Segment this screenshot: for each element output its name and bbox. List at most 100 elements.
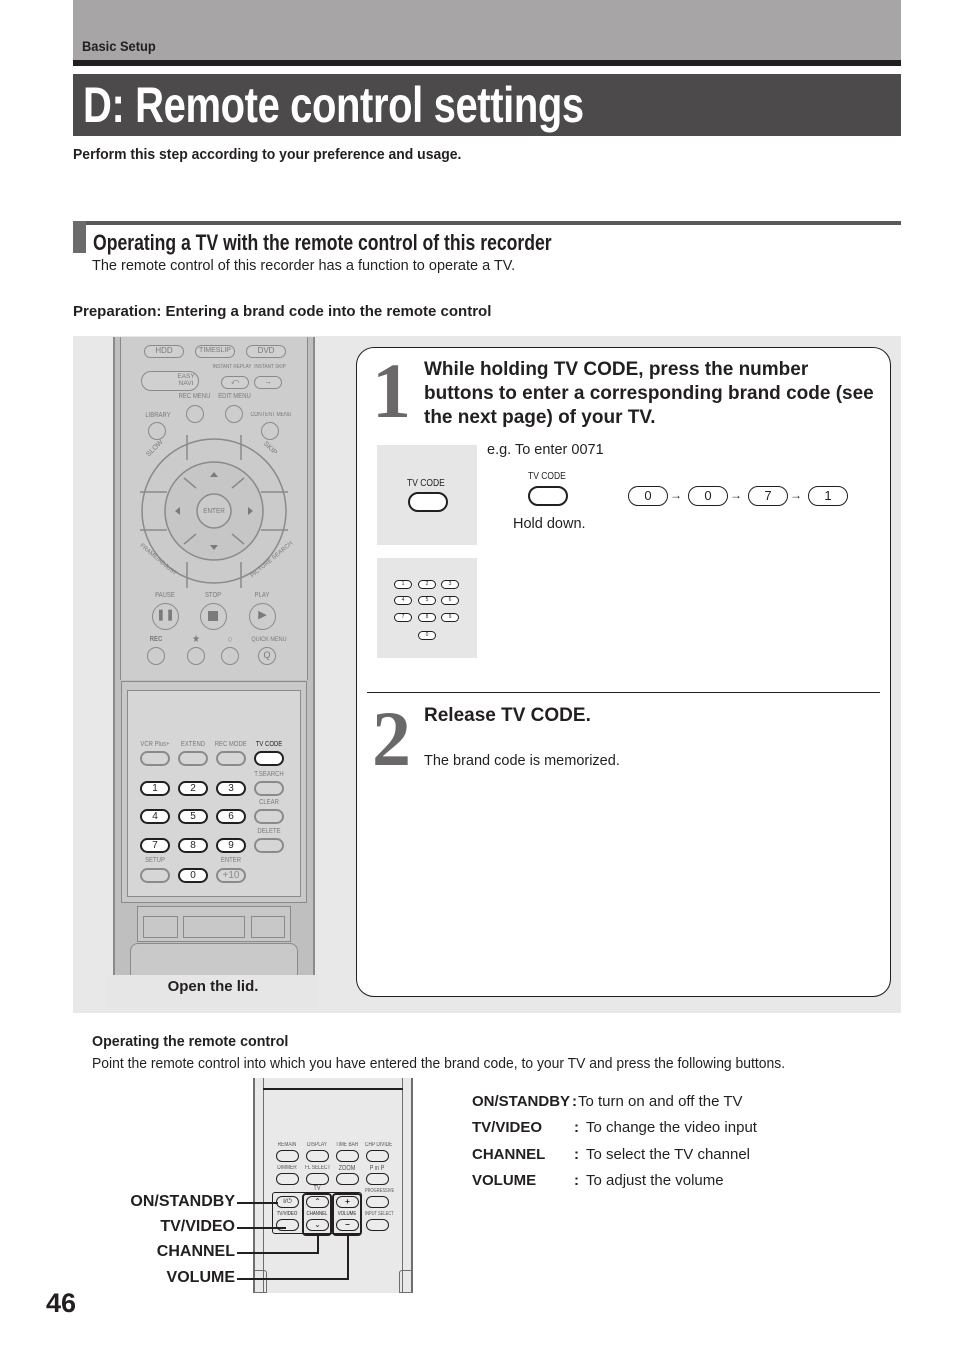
arrow-icon: → <box>670 488 682 502</box>
example-tv-code-button <box>528 486 568 506</box>
rec-mode-label: REC MODE <box>214 741 247 748</box>
enter-button: ENTER <box>203 506 225 515</box>
chp-divide-button <box>366 1150 389 1162</box>
mini-key-7: 7 <box>394 613 412 622</box>
instant-skip-label: INSTANT SKIP <box>254 364 286 370</box>
digit-2-button: 2 <box>178 781 208 796</box>
vcr-plus-button <box>140 751 170 766</box>
remain-label: REMAIN <box>277 1142 297 1148</box>
section-rule <box>73 221 901 225</box>
hold-down-text: Hold down. <box>513 516 586 532</box>
function-key: TV/VIDEO <box>472 1119 543 1137</box>
volume-label: VOLUME <box>337 1211 357 1217</box>
stop-label: STOP <box>204 592 222 599</box>
step-separator <box>367 692 880 693</box>
dvd-button: DVD <box>246 345 286 358</box>
extend-label: EXTEND <box>180 741 206 748</box>
mini-key-4: 4 <box>394 596 412 605</box>
vcr-plus-label: VCR Plus+ <box>140 741 170 748</box>
callout-line-channel <box>237 1252 319 1254</box>
pause-button: ❚❚ <box>152 603 179 630</box>
timeslip-button: TIMESLIP <box>195 345 235 358</box>
time-bar-button <box>336 1150 359 1162</box>
sequence-key-1: 0 <box>628 486 668 506</box>
circle-icon: ○ <box>227 634 233 644</box>
tv-video-label: TV/VIDEO <box>276 1211 298 1217</box>
t-search-label: T.SEARCH <box>254 771 284 778</box>
digit-8-button: 8 <box>178 838 208 853</box>
function-key: VOLUME <box>472 1172 537 1190</box>
setup-label: SETUP <box>145 857 165 864</box>
p-in-p-label: P in P <box>369 1165 385 1172</box>
easy-navi-label: EASY NAVI <box>177 373 195 387</box>
quick-menu-label: QUICK MENU <box>251 636 287 643</box>
function-desc: To change the video input <box>586 1119 757 1137</box>
plus-10-button: +10 <box>216 868 246 883</box>
extend-button <box>178 751 208 766</box>
hinge-slot-center <box>183 916 245 938</box>
progressive-button <box>366 1196 389 1208</box>
function-desc: To adjust the volume <box>586 1172 724 1190</box>
mini-key-5: 5 <box>418 596 436 605</box>
digit-9-button: 9 <box>216 838 246 853</box>
input-select-label: INPUT SELECT <box>365 1211 394 1217</box>
rec-button <box>147 647 165 665</box>
hinge-slot-right <box>251 916 285 938</box>
section-marker <box>73 221 86 253</box>
function-list: ON/STANDBY : To turn on and off the TV T… <box>472 1088 757 1194</box>
library-label: LIBRARY <box>145 412 171 419</box>
step-1-number: 1 <box>372 347 411 434</box>
rec-menu-label: REC MENU <box>178 393 211 400</box>
callout-line-volume <box>237 1278 349 1280</box>
page-number: 46 <box>46 1288 77 1318</box>
quick-menu-icon: Q <box>263 650 271 660</box>
callout-tv-video: TV/VIDEO <box>160 1218 235 1235</box>
mini-key-6: 6 <box>441 596 459 605</box>
step-1-instruction: While holding TV CODE, press the number … <box>424 359 874 428</box>
section-label: Basic Setup <box>82 38 156 54</box>
zoom-label: ZOOM <box>338 1165 356 1172</box>
plus-icon: + <box>345 1197 350 1206</box>
star-button <box>187 647 205 665</box>
sequence-key-3: 7 <box>748 486 788 506</box>
display-button <box>306 1150 329 1162</box>
operating-title: Operating the remote control <box>92 1033 289 1050</box>
dimmer-label: DIMMER <box>277 1165 297 1171</box>
input-select-button <box>366 1219 389 1231</box>
function-colon: : <box>574 1172 579 1190</box>
step-2-description: The brand code is memorized. <box>424 753 620 769</box>
tv-video-button <box>276 1219 299 1231</box>
delete-label: DELETE <box>257 828 281 835</box>
lid-bottom <box>130 943 298 975</box>
rec-mode-button <box>216 751 246 766</box>
delete-button <box>254 838 284 853</box>
stop-button <box>200 603 227 630</box>
clear-button <box>254 809 284 824</box>
digit-1-button: 1 <box>140 781 170 796</box>
power-icon: I/⏻ <box>283 1198 292 1205</box>
function-key: CHANNEL <box>472 1145 546 1163</box>
step-2-number: 2 <box>372 695 411 782</box>
callout-line-tv-video <box>237 1227 286 1229</box>
instant-skip-button: → <box>254 376 282 389</box>
function-row: CHANNEL : To select the TV channel <box>472 1141 757 1168</box>
channel-up-button: ⌃ <box>306 1196 329 1208</box>
play-icon: ▶ <box>258 609 267 621</box>
fl-select-button <box>306 1173 329 1185</box>
callout-line-on-standby <box>237 1202 278 1204</box>
chevron-down-icon: ⌄ <box>314 1220 321 1229</box>
digit-0-button: 0 <box>178 868 208 883</box>
digit-5-button: 5 <box>178 809 208 824</box>
t-search-button <box>254 781 284 796</box>
arrow-icon: → <box>730 488 742 502</box>
pause-icon: ❚❚ <box>156 609 175 621</box>
sequence-key-4: 1 <box>808 486 848 506</box>
channel-label: CHANNEL <box>306 1211 328 1217</box>
hinge-slot-left <box>143 916 178 938</box>
tv-remote-body <box>263 1078 403 1293</box>
function-key: ON/STANDBY <box>472 1092 571 1110</box>
example-tv-code-label: TV CODE <box>528 471 566 482</box>
open-lid-caption: Open the lid. <box>167 978 259 995</box>
callout-on-standby: ON/STANDBY <box>130 1193 235 1210</box>
remain-button <box>276 1150 299 1162</box>
